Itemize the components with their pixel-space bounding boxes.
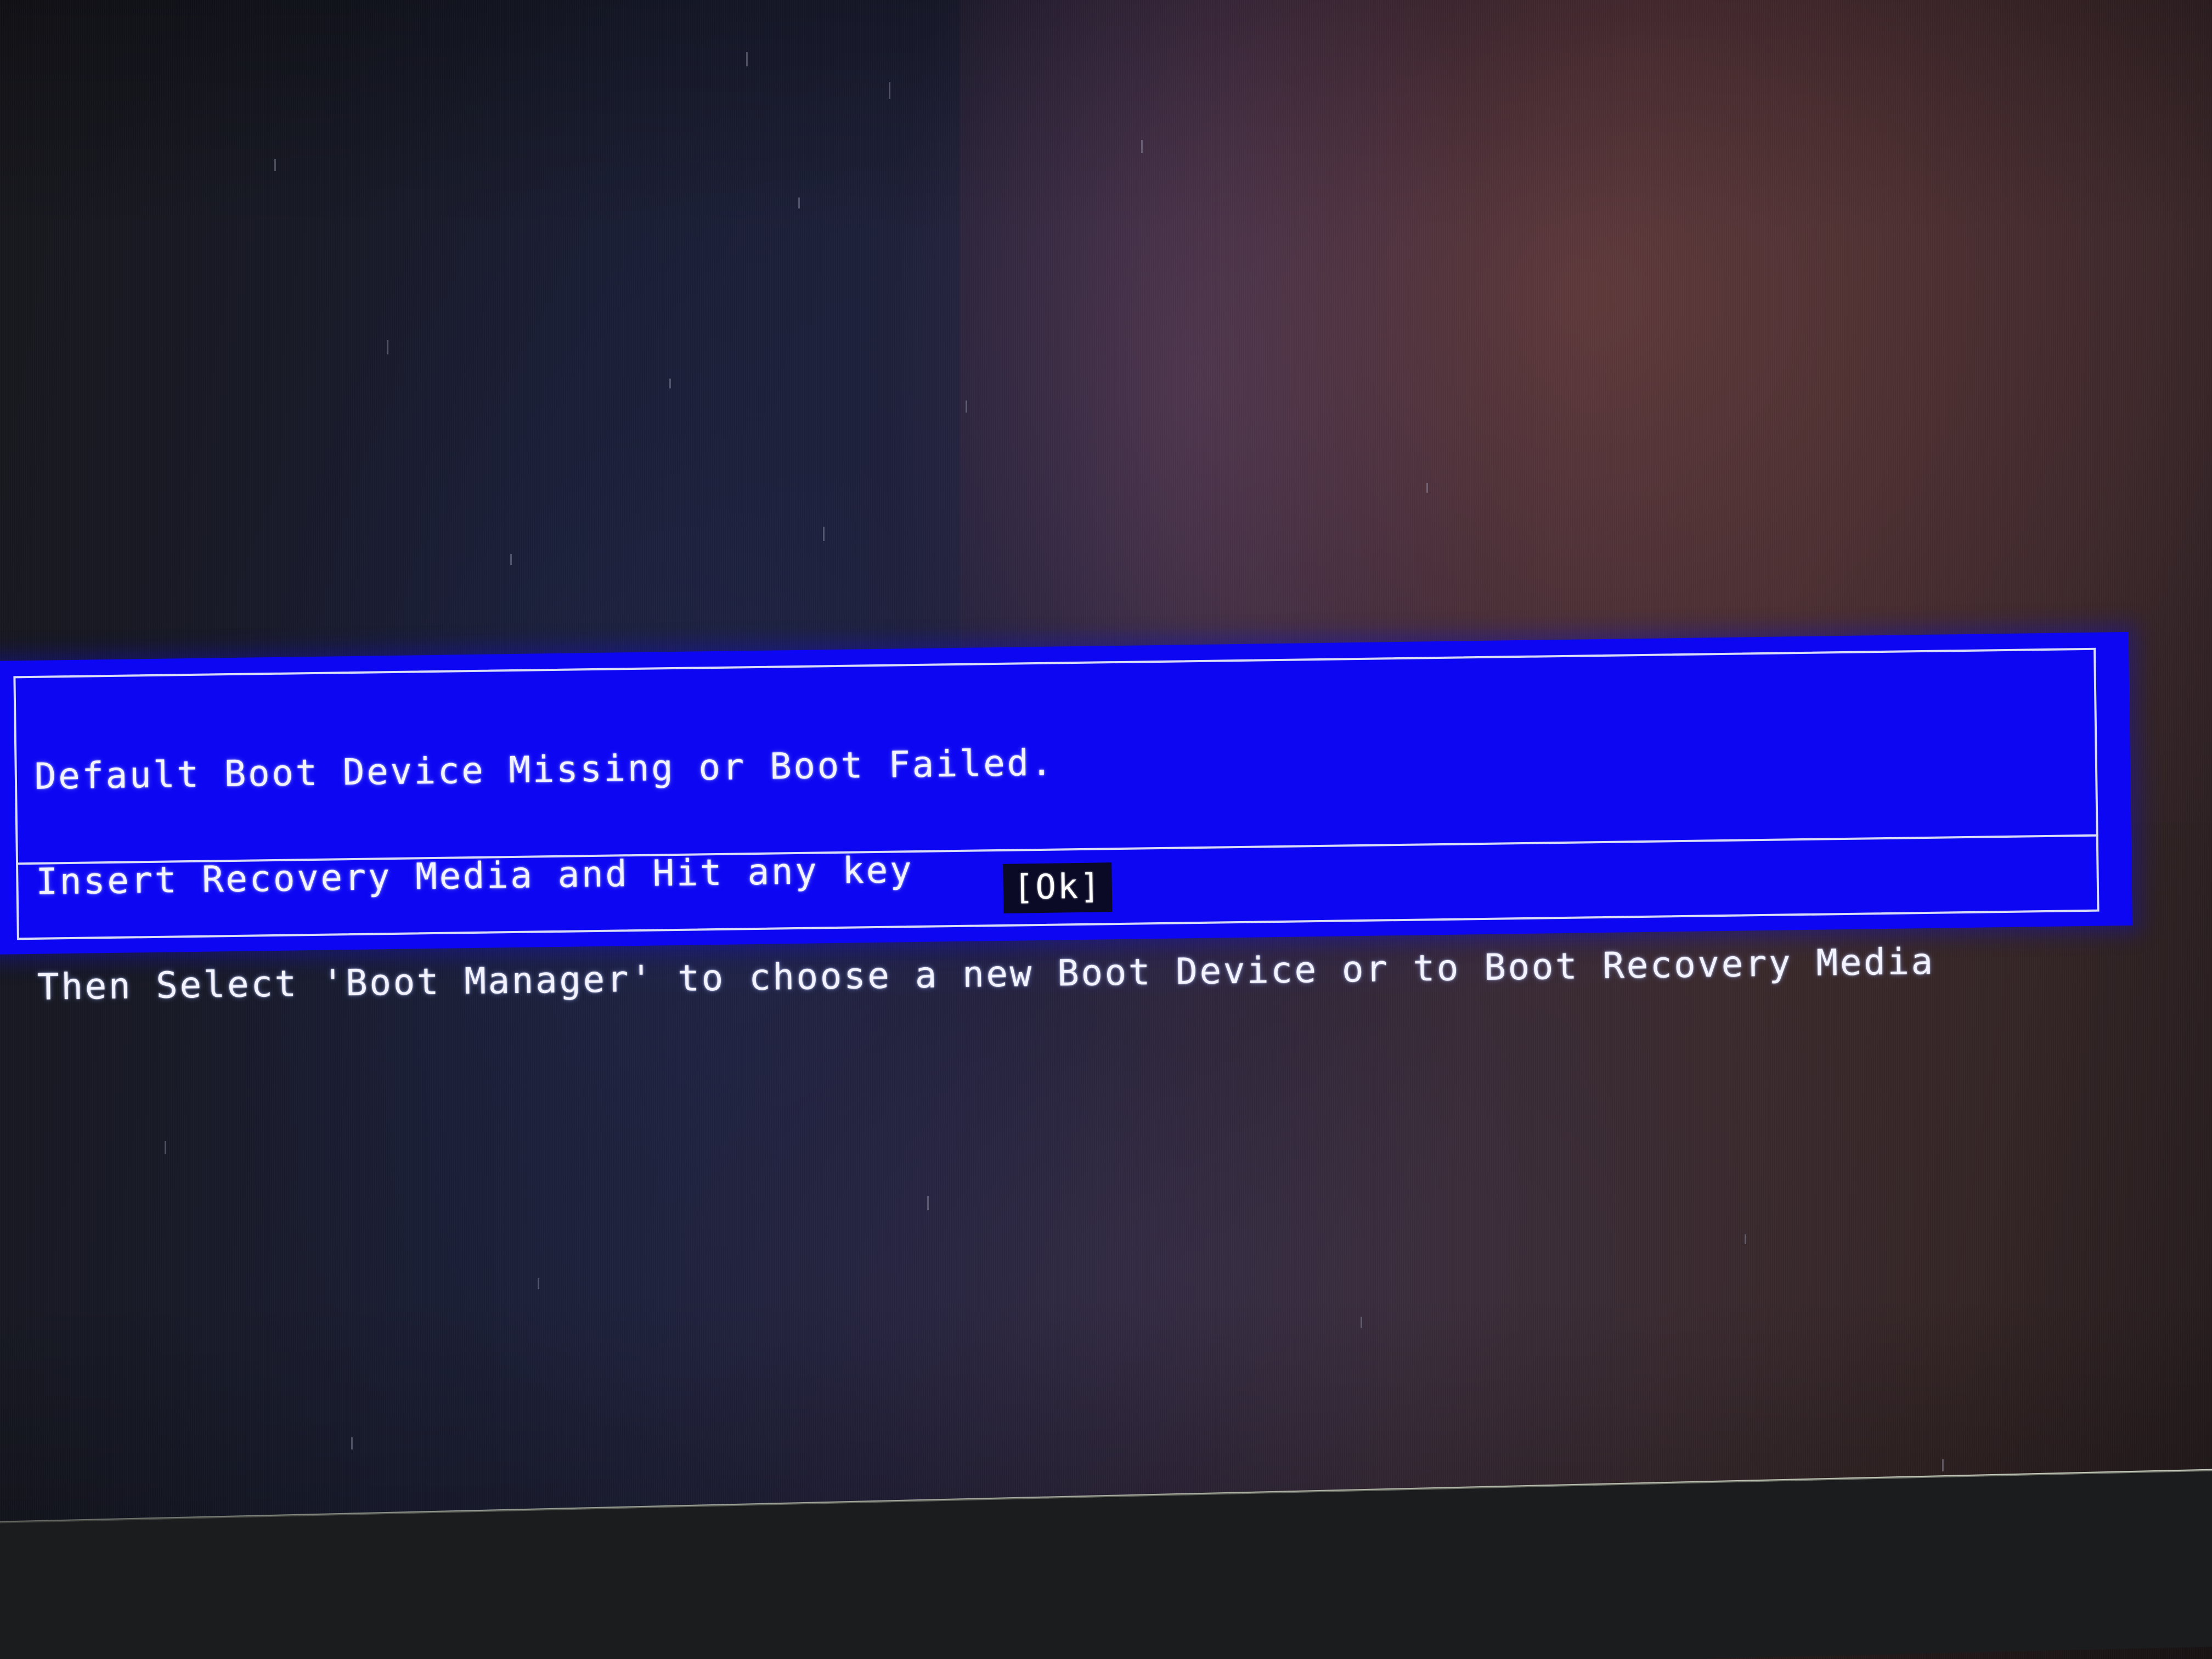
boot-error-line-1: Default Boot Device Missing or Boot Fail… (34, 741, 1055, 798)
boot-error-dialog: Default Boot Device Missing or Boot Fail… (0, 631, 2132, 1008)
boot-error-line-3: Then Select 'Boot Manager' to choose a n… (37, 940, 1936, 1008)
ok-button[interactable]: [Ok] (1003, 862, 1113, 913)
monitor-photo: Default Boot Device Missing or Boot Fail… (0, 0, 2212, 1659)
